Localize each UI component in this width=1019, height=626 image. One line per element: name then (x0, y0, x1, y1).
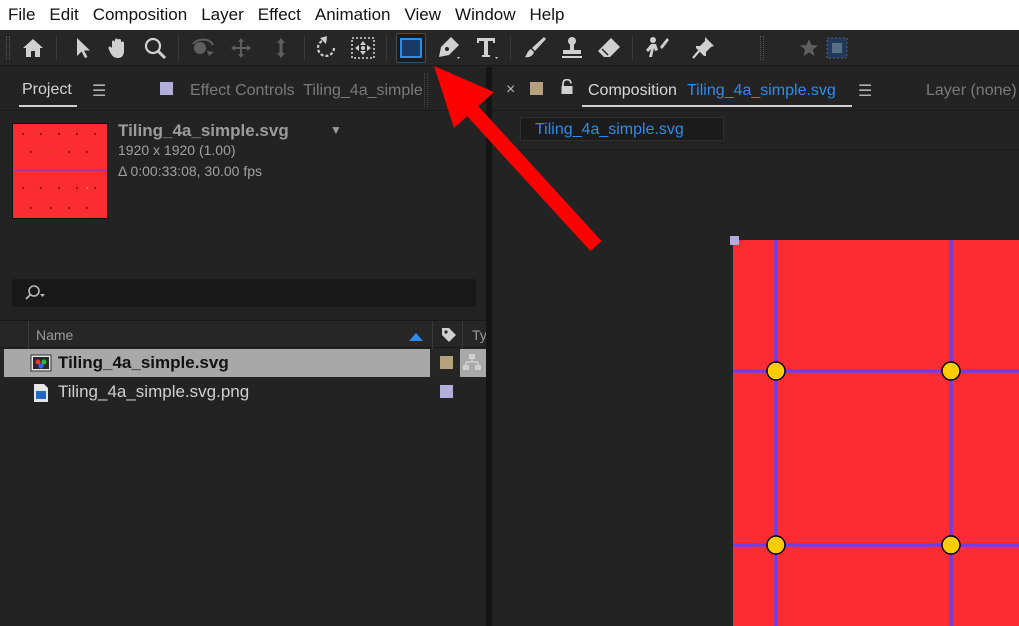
selection-arrow-icon[interactable] (68, 33, 98, 63)
menu-bar: File Edit Composition Layer Effect Anima… (0, 0, 1019, 30)
grid-vertex-dot (766, 535, 786, 555)
rectangle-icon[interactable] (396, 33, 426, 63)
toolbar-separator (178, 36, 179, 60)
column-divider (432, 321, 433, 349)
composition-canvas[interactable] (492, 150, 1019, 626)
active-tab-indicator (19, 105, 77, 107)
panel-menu-icon[interactable]: ☰ (92, 81, 106, 101)
toolbar-separator (304, 36, 305, 60)
project-tabbar: Project ☰ Effect Controls Tiling_4a_simp… (0, 67, 486, 111)
eraser-icon[interactable] (594, 33, 624, 63)
asset-title: Tiling_4a_simple.svg (118, 121, 289, 140)
composition-panel: × Composition Tiling_4a_simple.svg ☰ Lay… (492, 67, 1019, 626)
menu-help[interactable]: Help (530, 0, 565, 30)
star-icon[interactable] (794, 33, 824, 63)
tab-layer[interactable]: Layer (none) (926, 82, 1017, 100)
toolbar-grip[interactable] (760, 36, 764, 60)
composition-breadcrumb[interactable]: Tiling_4a_simple.svg (520, 117, 724, 141)
menu-layer[interactable]: Layer (201, 0, 244, 30)
project-search-input[interactable] (12, 279, 476, 307)
composition-flowchart-icon (462, 353, 482, 376)
tab-project[interactable]: Project (22, 81, 72, 99)
column-divider (28, 321, 29, 349)
close-tab-icon[interactable]: × (506, 81, 515, 99)
menu-file[interactable]: File (8, 0, 35, 30)
dolly-icon[interactable] (266, 33, 296, 63)
list-item-name: Tiling_4a_simple.svg.png (58, 382, 250, 401)
label-tag-icon[interactable] (440, 326, 458, 349)
roto-brush-icon[interactable] (642, 33, 672, 63)
anchor-handle (730, 236, 739, 245)
active-tab-indicator (582, 105, 852, 107)
zoom-icon[interactable] (140, 33, 170, 63)
menu-effect[interactable]: Effect (258, 0, 301, 30)
menu-animation[interactable]: Animation (315, 0, 391, 30)
asset-duration: Δ 0:00:33:08, 30.00 fps (118, 163, 263, 179)
snapping-icon[interactable] (822, 33, 852, 63)
list-item-name: Tiling_4a_simple.svg (58, 353, 229, 372)
pen-icon[interactable] (434, 33, 464, 63)
effect-controls-target: Tiling_4a_simple (303, 82, 423, 99)
orbit-icon[interactable] (188, 33, 218, 63)
home-icon[interactable] (18, 33, 48, 63)
composition-name[interactable]: Tiling_4a_simple.svg (687, 82, 836, 100)
label-color-swatch[interactable] (440, 385, 453, 398)
project-panel: Project ☰ Effect Controls Tiling_4a_simp… (0, 67, 487, 626)
toolbar-grip[interactable] (6, 36, 10, 60)
type-icon[interactable] (472, 33, 502, 63)
grid-vertex-dot (766, 361, 786, 381)
grid-vertex-dot (941, 535, 961, 555)
menu-view[interactable]: View (405, 0, 442, 30)
breadcrumb-label: Tiling_4a_simple.svg (535, 121, 684, 138)
hand-icon[interactable] (103, 33, 133, 63)
toolbar-separator (632, 36, 633, 60)
search-icon (22, 283, 48, 308)
column-header-name[interactable]: Name (36, 327, 73, 343)
tab-effect-controls[interactable]: Effect Controls Tiling_4a_simple (190, 82, 423, 100)
panel-menu-icon[interactable]: ☰ (858, 81, 872, 101)
label-color-swatch (530, 82, 543, 95)
asset-thumbnail (12, 123, 108, 219)
list-item[interactable]: Tiling_4a_simple.svg (4, 349, 486, 377)
clone-stamp-icon[interactable] (557, 33, 587, 63)
composition-viewer[interactable] (492, 149, 1019, 626)
asset-dropdown-icon[interactable]: ▼ (330, 123, 342, 137)
toolbar-separator (56, 36, 57, 60)
lock-icon[interactable] (560, 78, 574, 100)
menu-composition[interactable]: Composition (93, 0, 188, 30)
label-color-swatch (160, 82, 173, 95)
composition-icon (30, 354, 52, 377)
label-color-swatch[interactable] (440, 356, 453, 369)
project-list-header: Name Ty (0, 320, 487, 349)
composition-tabbar: × Composition Tiling_4a_simple.svg ☰ Lay… (492, 67, 1019, 111)
menu-window[interactable]: Window (455, 0, 515, 30)
rotate-icon[interactable] (312, 33, 342, 63)
pan-behind-icon[interactable] (348, 33, 378, 63)
toolbar-separator (386, 36, 387, 60)
effect-controls-label: Effect Controls (190, 82, 295, 99)
tools-toolbar (0, 30, 1019, 66)
asset-dimensions: 1920 x 1920 (1.00) (118, 142, 236, 158)
pan-icon[interactable] (226, 33, 256, 63)
grid-vertex-dot (941, 361, 961, 381)
panel-splitter-grip[interactable] (424, 73, 428, 107)
tab-composition[interactable]: Composition (588, 82, 677, 100)
brush-icon[interactable] (520, 33, 550, 63)
menu-edit[interactable]: Edit (49, 0, 78, 30)
column-divider (462, 321, 463, 349)
list-item[interactable]: Tiling_4a_simple.svg.png (4, 378, 486, 406)
toolbar-separator (510, 36, 511, 60)
column-header-type[interactable]: Ty (472, 327, 487, 343)
label-cell (430, 349, 460, 377)
image-file-icon (32, 383, 50, 408)
sort-ascending-icon[interactable] (408, 329, 424, 347)
puppet-pin-icon[interactable] (689, 33, 719, 63)
